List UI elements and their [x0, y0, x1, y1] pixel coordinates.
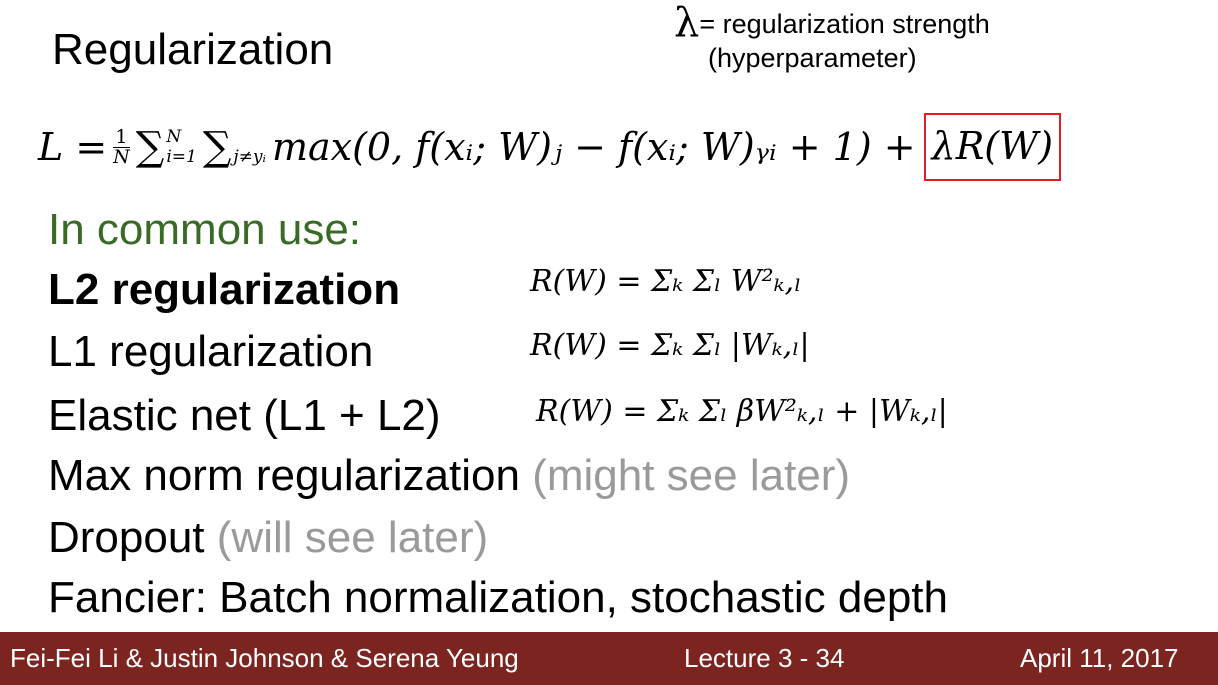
- sigma-symbol: ∑: [202, 124, 232, 170]
- formula-l2: R(W) = Σₖ Σₗ W²ₖ,ₗ: [530, 264, 802, 299]
- item-note: (might see later): [532, 451, 851, 500]
- lambda-symbol: λ: [674, 0, 700, 46]
- sum-upper-limit: N: [166, 127, 182, 147]
- list-item-max-norm: Max norm regularization (might see later…: [48, 450, 850, 502]
- footer-lecture: Lecture 3 - 34: [684, 643, 845, 673]
- item-label: Max norm regularization: [48, 451, 520, 500]
- list-item-dropout: Dropout (will see later): [48, 512, 488, 564]
- sum-over-j: ∑ j≠yᵢ: [203, 112, 266, 182]
- fraction-numerator: 1: [113, 125, 130, 148]
- sigma-symbol: ∑: [135, 124, 165, 170]
- list-heading: In common use:: [48, 205, 362, 254]
- footer-date: April 11, 2017: [1020, 643, 1179, 673]
- sum-lower-limit: i=1: [166, 147, 197, 167]
- formula-elastic-net: R(W) = Σₖ Σₗ βW²ₖ,ₗ + |Wₖ,ₗ|: [536, 394, 948, 429]
- lambda-note-line1: = regularization strength: [699, 9, 990, 39]
- footer-bar: Fei-Fei Li & Justin Johnson & Serena Yeu…: [0, 632, 1218, 685]
- lambda-note-line2: (hyperparameter): [708, 43, 917, 73]
- list-item-l2: L2 regularization: [48, 265, 401, 314]
- loss-lhs: L =: [38, 125, 108, 169]
- formula-l1: R(W) = Σₖ Σₗ |Wₖ,ₗ|: [530, 328, 810, 363]
- loss-fraction: 1 N: [113, 125, 130, 168]
- item-note: (will see later): [216, 513, 489, 562]
- sum-over-i: ∑ N i=1: [136, 112, 197, 182]
- list-item-elastic-net: Elastic net (L1 + L2): [48, 391, 441, 440]
- loss-body: max(0, f(xᵢ; W)ⱼ − f(xᵢ; W)ᵧᵢ + 1) +: [271, 125, 916, 169]
- footer-authors: Fei-Fei Li & Justin Johnson & Serena Yeu…: [10, 643, 519, 673]
- lambda-note: λ= regularization strength (hyperparamet…: [674, 3, 990, 75]
- loss-equation: L = 1 N ∑ N i=1 ∑ j≠yᵢ max(0, f(xᵢ; W)ⱼ …: [38, 112, 1062, 182]
- item-label: Dropout: [48, 513, 205, 562]
- list-item-l1: L1 regularization: [48, 327, 374, 376]
- fraction-denominator: N: [113, 145, 130, 168]
- sum-lower-limit: j≠yᵢ: [233, 147, 266, 167]
- regularization-term-box: λR(W): [923, 113, 1062, 181]
- list-item-fancier: Fancier: Batch normalization, stochastic…: [48, 573, 949, 622]
- slide-title: Regularization: [52, 25, 334, 74]
